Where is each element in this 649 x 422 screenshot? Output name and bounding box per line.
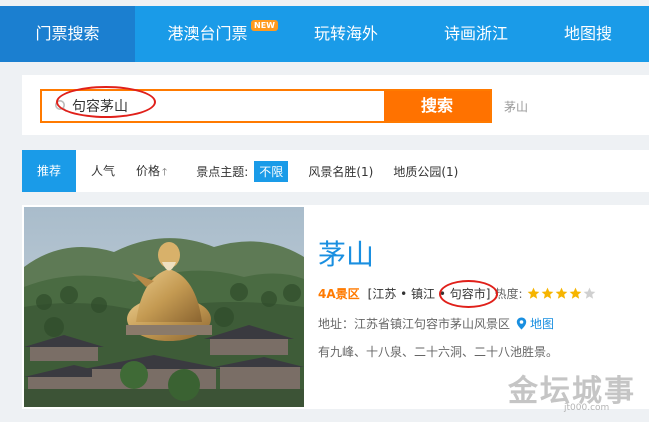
star-filled-icon [555, 287, 567, 299]
watermark: 金坛城事 jt000.com [508, 366, 648, 416]
search-button[interactable]: 搜索 [384, 91, 490, 121]
region-path: [江苏 • 镇江 • 句容市] [367, 287, 491, 301]
attraction-description: 有九峰、十八泉、二十六洞、二十八池胜景。 [318, 345, 559, 359]
nav-tab-hk-macau-taiwan[interactable]: 港澳台门票 NEW [135, 6, 280, 62]
nav-tab-map-search[interactable]: 地图搜 [540, 6, 649, 62]
attraction-title[interactable]: 茅山 [318, 233, 374, 273]
address-text: 地址：江苏省镇江句容市茅山风景区 [318, 317, 511, 331]
sort-tab-popularity[interactable]: 人气 [76, 150, 130, 192]
nav-tab-zhejiang[interactable]: 诗画浙江 [412, 6, 540, 62]
location-pin-icon [516, 317, 527, 330]
theme-option-geopark[interactable]: 地质公园(1) [393, 163, 458, 180]
heat-label: 热度: [494, 287, 523, 301]
star-filled-icon [541, 287, 553, 299]
search-hint[interactable]: 茅山 [504, 98, 528, 115]
sort-tab-recommended[interactable]: 推荐 [22, 150, 77, 192]
theme-label: 景点主题: [196, 164, 249, 179]
rating-stars [527, 287, 597, 300]
star-filled-icon [527, 287, 539, 299]
search-panel: 搜索 茅山 [22, 75, 649, 135]
scenic-level-badge: 4A景区 [318, 287, 360, 301]
theme-option-scenic[interactable]: 风景名胜(1) [308, 163, 373, 180]
filter-bar: 推荐 人气 价格 🡑 景点主题: 不限 风景名胜(1) 地质公园(1) [22, 150, 649, 192]
nav-tab-overseas[interactable]: 玩转海外 [280, 6, 412, 62]
attraction-meta: 4A景区 [江苏 • 镇江 • 句容市] 热度: [318, 285, 597, 302]
region-city[interactable]: • 句容市 [439, 287, 486, 301]
scenic-photo[interactable] [24, 207, 304, 407]
address-line: 地址：江苏省镇江句容市茅山风景区 地图 [318, 315, 554, 332]
watermark-url: jt000.com [564, 403, 610, 413]
search-box: 搜索 [40, 89, 492, 123]
nav-tab-ticket-search[interactable]: 门票搜索 [0, 6, 135, 62]
star-empty-icon [583, 287, 595, 299]
sort-tab-price[interactable]: 价格 🡑 [130, 150, 182, 192]
scenic-photo-image [24, 207, 304, 407]
star-filled-icon [569, 287, 581, 299]
top-nav: 门票搜索 港澳台门票 NEW 玩转海外 诗画浙江 地图搜 [0, 6, 649, 62]
new-badge: NEW [251, 20, 278, 31]
search-input[interactable] [42, 91, 382, 121]
map-link[interactable]: 地图 [516, 315, 554, 332]
arrow-up-icon: 🡑 [162, 167, 168, 178]
theme-all-pill[interactable]: 不限 [254, 160, 289, 182]
